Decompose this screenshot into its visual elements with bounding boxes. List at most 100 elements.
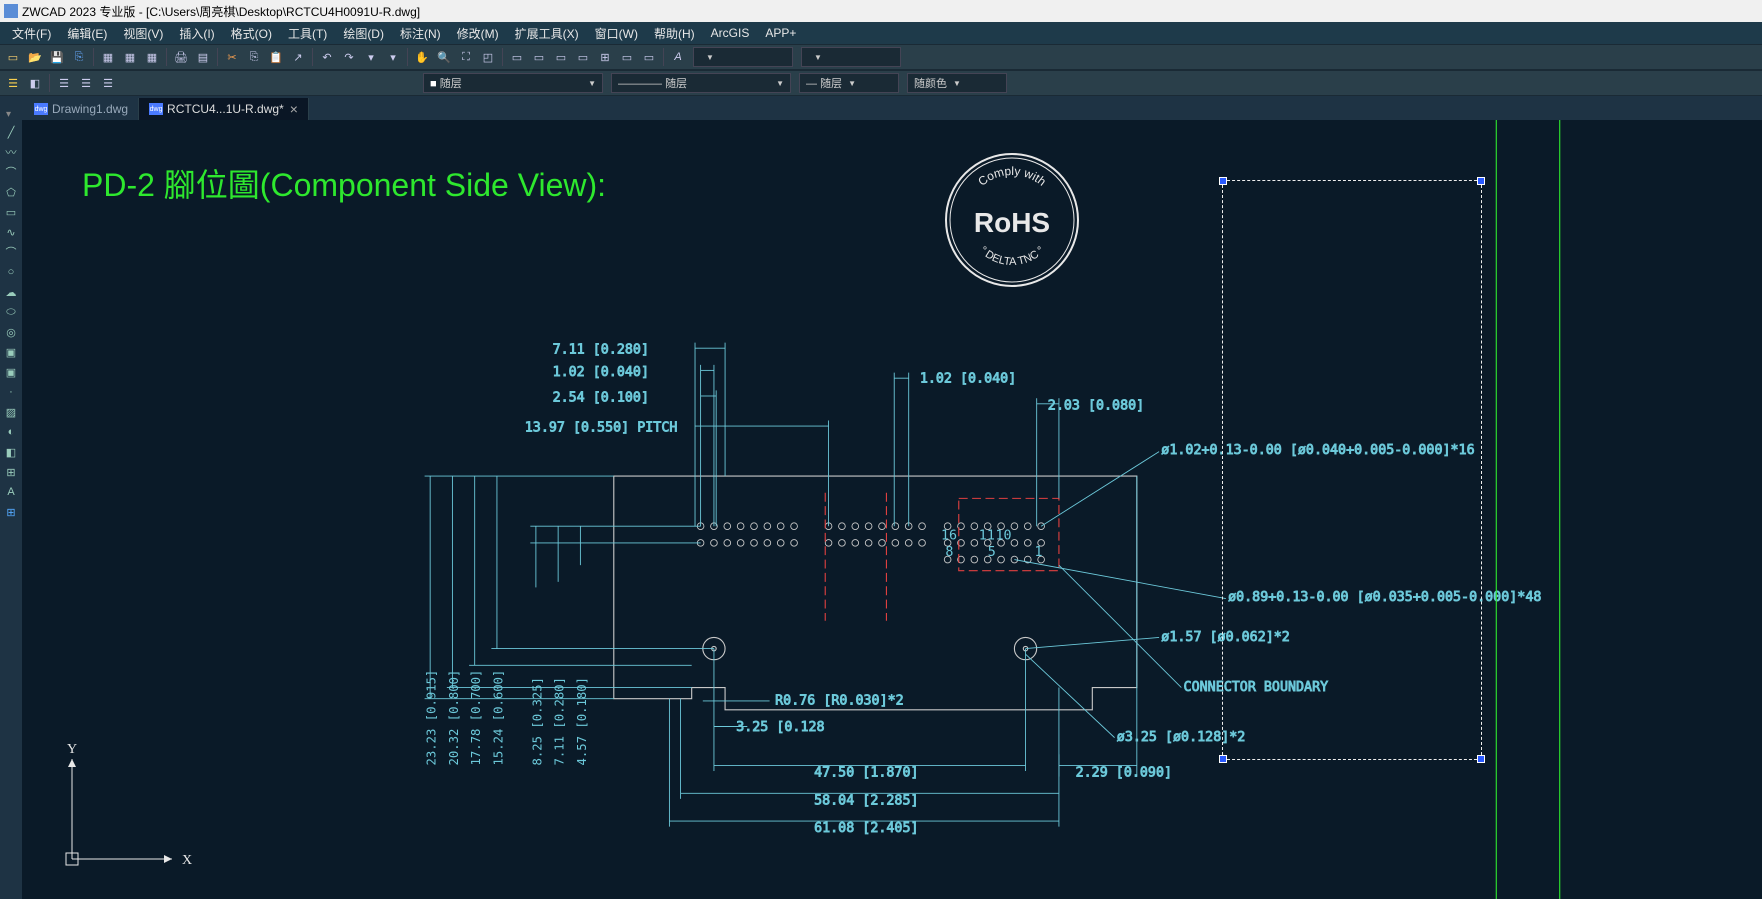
undo-icon[interactable]: ↶ xyxy=(317,47,337,67)
svg-text:20.32 [0.800]: 20.32 [0.800] xyxy=(447,670,461,766)
selection-handle[interactable] xyxy=(1219,177,1227,185)
tab-rctcu4[interactable]: dwg RCTCU4...1U-R.dwg* × xyxy=(139,98,309,120)
layer-mgr-icon[interactable]: ☰ xyxy=(3,73,23,93)
zoom-icon[interactable]: 🔍 xyxy=(434,47,454,67)
save-icon[interactable]: 💾 xyxy=(47,47,67,67)
plot-icon[interactable]: 🖨 xyxy=(171,47,191,67)
arc-icon[interactable]: ⌒ xyxy=(2,163,20,181)
block2-icon[interactable]: ▣ xyxy=(2,363,20,381)
hatch-icon[interactable]: ▨ xyxy=(2,403,20,421)
tool-icon[interactable]: ▭ xyxy=(573,47,593,67)
tool-icon[interactable]: ▦ xyxy=(120,47,140,67)
menu-file[interactable]: 文件(F) xyxy=(4,23,59,44)
tool-icon[interactable]: ▭ xyxy=(617,47,637,67)
lineweight-drop[interactable]: — 随层▼ xyxy=(799,73,899,93)
lineweight-name: 随层 xyxy=(820,78,842,90)
svg-text:23.23 [0.915]: 23.23 [0.915] xyxy=(425,670,439,766)
saveas-icon[interactable]: ⎘ xyxy=(69,47,89,67)
menu-view[interactable]: 视图(V) xyxy=(115,23,171,44)
layer-current-drop[interactable]: ■ 随层▼ xyxy=(423,73,603,93)
tool-icon[interactable]: ▭ xyxy=(551,47,571,67)
grid-icon[interactable]: ⊞ xyxy=(2,503,20,521)
polygon-icon[interactable]: ⬠ xyxy=(2,183,20,201)
copy-icon[interactable]: ⎘ xyxy=(244,47,264,67)
tool-icon[interactable]: ▭ xyxy=(529,47,549,67)
open-icon[interactable]: 📂 xyxy=(25,47,45,67)
title-bar: ZWCAD 2023 专业版 - [C:\Users\周亮棋\Desktop\R… xyxy=(0,0,1762,22)
cut-icon[interactable]: ✂ xyxy=(222,47,242,67)
menu-tools[interactable]: 工具(T) xyxy=(280,23,335,44)
tool-icon[interactable]: ▭ xyxy=(507,47,527,67)
selection-handle[interactable] xyxy=(1477,755,1485,763)
svg-text:7.11 [0.280]: 7.11 [0.280] xyxy=(553,343,649,358)
revcloud-icon[interactable]: ☁ xyxy=(2,283,20,301)
tool-icon[interactable]: ▭ xyxy=(639,47,659,67)
menu-help[interactable]: 帮助(H) xyxy=(646,23,703,44)
tool-icon[interactable]: ☰ xyxy=(54,73,74,93)
menu-app[interactable]: APP+ xyxy=(757,24,804,42)
undo-drop-icon[interactable]: ▾ xyxy=(361,47,381,67)
point-icon[interactable]: · xyxy=(2,383,20,401)
tool-icon[interactable]: ⊞ xyxy=(595,47,615,67)
tab-handle-icon[interactable]: ▾ xyxy=(6,109,11,120)
zoom-ext-icon[interactable]: ⛶ xyxy=(456,47,476,67)
selection-rectangle[interactable] xyxy=(1222,180,1482,760)
menu-edit[interactable]: 编辑(E) xyxy=(59,23,115,44)
region-icon[interactable]: ◧ xyxy=(2,443,20,461)
tab-close-icon[interactable]: × xyxy=(290,101,298,117)
layer-icon[interactable]: ◧ xyxy=(25,73,45,93)
tab-drawing1[interactable]: dwg Drawing1.dwg xyxy=(24,98,139,120)
separator xyxy=(217,48,218,66)
zoom-win-icon[interactable]: ◰ xyxy=(478,47,498,67)
preview-icon[interactable]: ▤ xyxy=(193,47,213,67)
tab-label: RCTCU4...1U-R.dwg* xyxy=(167,102,284,116)
svg-text:5: 5 xyxy=(988,545,996,560)
tool-icon[interactable]: ☰ xyxy=(76,73,96,93)
rect-icon[interactable]: ▭ xyxy=(2,203,20,221)
svg-text:13.97 [0.550] PITCH: 13.97 [0.550] PITCH xyxy=(525,421,678,436)
menu-modify[interactable]: 修改(M) xyxy=(449,23,507,44)
selection-handle[interactable] xyxy=(1477,177,1485,185)
tool-icon[interactable]: ▦ xyxy=(142,47,162,67)
menu-format[interactable]: 格式(O) xyxy=(223,23,280,44)
pline-icon[interactable]: 〰 xyxy=(2,143,20,161)
svg-text:R0.76 [R0.030]*2: R0.76 [R0.030]*2 xyxy=(775,693,904,708)
menu-insert[interactable]: 插入(I) xyxy=(171,23,222,44)
new-icon[interactable]: ▭ xyxy=(3,47,23,67)
dwg-icon: dwg xyxy=(149,103,163,115)
text-style-icon[interactable]: A xyxy=(668,47,688,67)
text-style-drop[interactable]: ▼ xyxy=(693,47,793,67)
redo-icon[interactable]: ↷ xyxy=(339,47,359,67)
dim-style-drop[interactable]: ▼ xyxy=(801,47,901,67)
menu-ext[interactable]: 扩展工具(X) xyxy=(507,23,587,44)
separator xyxy=(93,48,94,66)
tool-icon[interactable]: ▦ xyxy=(98,47,118,67)
redo-drop-icon[interactable]: ▾ xyxy=(383,47,403,67)
text-icon[interactable]: A xyxy=(2,483,20,501)
linetype-drop[interactable]: ———— 随层▼ xyxy=(611,73,791,93)
pan-icon[interactable]: ✋ xyxy=(412,47,432,67)
table-icon[interactable]: ⊞ xyxy=(2,463,20,481)
selection-handle[interactable] xyxy=(1219,755,1227,763)
tool-icon[interactable]: ☰ xyxy=(98,73,118,93)
menu-dimension[interactable]: 标注(N) xyxy=(392,23,449,44)
line-icon[interactable]: ╱ xyxy=(2,123,20,141)
menu-arcgis[interactable]: ArcGIS xyxy=(703,24,758,42)
separator xyxy=(502,48,503,66)
gradient-icon[interactable]: ◐ xyxy=(2,423,20,441)
menu-draw[interactable]: 绘图(D) xyxy=(335,23,392,44)
svg-text:1.02 [0.040]: 1.02 [0.040] xyxy=(553,365,649,380)
match-icon[interactable]: ↗ xyxy=(288,47,308,67)
spline-icon[interactable]: ∿ xyxy=(2,223,20,241)
ellipse-icon[interactable]: ⬭ xyxy=(2,303,20,321)
donut-icon[interactable]: ◎ xyxy=(2,323,20,341)
drawing-canvas[interactable]: PD-2 腳位圖(Component Side View): RoHS Comp… xyxy=(22,120,1762,899)
arc2-icon[interactable]: ⌒ xyxy=(2,243,20,261)
separator xyxy=(407,48,408,66)
menu-window[interactable]: 窗口(W) xyxy=(587,23,646,44)
color-drop[interactable]: 随颜色▼ xyxy=(907,73,1007,93)
toolbar-layer: ☰ ◧ ☰ ☰ ☰ ■ 随层▼ ———— 随层▼ — 随层▼ 随颜色▼ xyxy=(0,70,1762,96)
circle-icon[interactable]: ○ xyxy=(2,263,20,281)
block-icon[interactable]: ▣ xyxy=(2,343,20,361)
paste-icon[interactable]: 📋 xyxy=(266,47,286,67)
